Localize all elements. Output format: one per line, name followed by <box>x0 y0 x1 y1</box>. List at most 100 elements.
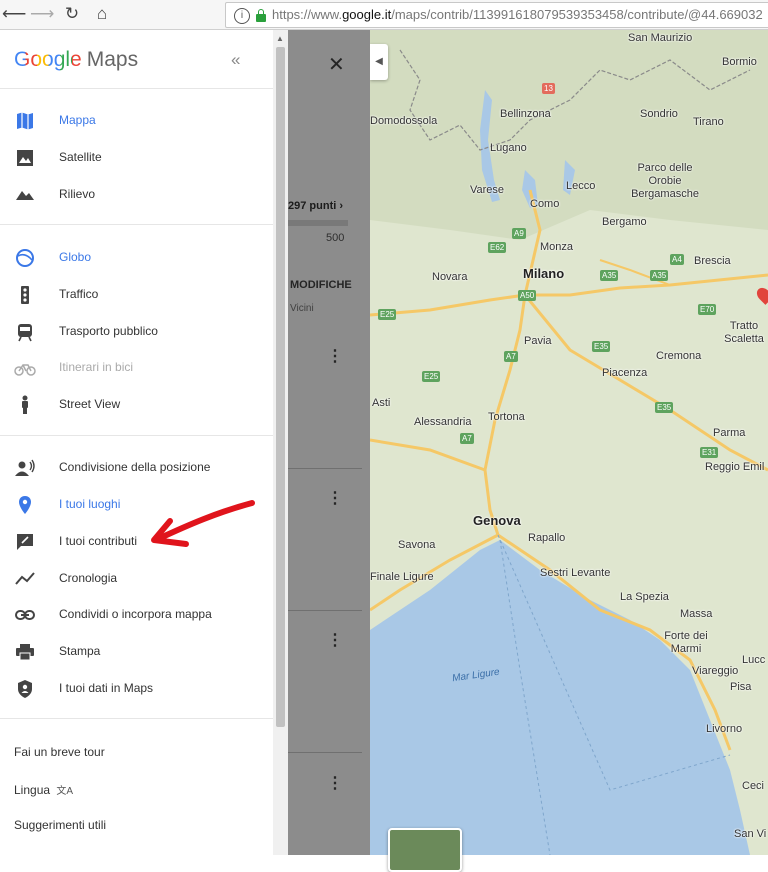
menu-item-bike[interactable]: Itinerari in bici <box>0 351 273 385</box>
map-canvas[interactable]: San Maurizio Bormio Domodossola Bellinzo… <box>370 30 768 855</box>
menu-item-transit[interactable]: Trasporto pubblico <box>0 315 273 349</box>
collapse-menu-icon[interactable]: « <box>231 50 240 70</box>
timeline-icon <box>15 572 35 585</box>
map-city-label: Rapallo <box>528 532 566 544</box>
menu-item-label: Satellite <box>59 150 102 164</box>
menu-item-label: Traffico <box>59 287 99 301</box>
menu-item-label: Mappa <box>59 113 96 127</box>
road-shield: A35 <box>650 270 669 281</box>
scroll-up-icon[interactable]: ▲ <box>276 34 284 43</box>
translate-icon: 文A <box>56 786 74 797</box>
map-city-label: Domodossola <box>370 115 438 127</box>
layer-thumbnail[interactable] <box>388 828 462 872</box>
terrain-icon <box>16 191 34 200</box>
menu-item-label: Condivisione della posizione <box>59 460 211 474</box>
map-city-label: Monza <box>540 241 574 253</box>
menu-divider <box>0 88 273 89</box>
globe-icon <box>16 249 34 267</box>
logo-google-text: Google <box>14 48 82 71</box>
road-shield: A7 <box>460 433 474 444</box>
map-city-label: Ceci <box>742 780 765 792</box>
maps-side-menu: Google Maps « Mappa Satellite Rilievo Glo… <box>0 30 273 855</box>
tour-link[interactable]: Fai un breve tour <box>14 745 105 759</box>
road-shield: A9 <box>512 228 526 239</box>
menu-item-your-data[interactable]: I tuoi dati in Maps <box>0 672 273 706</box>
menu-item-terrain[interactable]: Rilievo <box>0 178 273 212</box>
map-city-label: Brescia <box>694 255 731 267</box>
map-city-label: Lugano <box>490 142 527 154</box>
map-city-label: Lecco <box>566 180 596 192</box>
menu-item-label: I tuoi contributi <box>59 534 138 548</box>
home-button-icon[interactable]: ⌂ <box>90 3 114 25</box>
tips-link[interactable]: Suggerimenti utili <box>14 818 106 832</box>
menu-item-traffic[interactable]: Traffico <box>0 278 273 312</box>
map-city-label: Pavia <box>524 335 552 347</box>
map-city-label: San Maurizio <box>628 32 693 44</box>
menu-item-label: Rilievo <box>59 187 96 201</box>
contributions-icon <box>17 534 33 550</box>
logo-maps-text: Maps <box>86 48 139 71</box>
traffic-icon <box>21 286 29 304</box>
scrollbar-thumb[interactable] <box>276 47 285 727</box>
map-city-label: Sondrio <box>640 108 678 120</box>
map-city-label: Livorno <box>706 723 743 735</box>
pegman-icon <box>22 395 28 414</box>
map-city-label: Novara <box>432 271 468 283</box>
collapse-panel-toggle[interactable]: ◀ <box>370 44 388 80</box>
map-city-label: Parco delle Orobie Bergamasche <box>631 162 699 200</box>
road-shield: E35 <box>655 402 674 413</box>
map-city-label-milano: Milano <box>523 266 565 281</box>
menu-item-label: I tuoi dati in Maps <box>59 681 154 695</box>
road-shield: A4 <box>670 254 684 265</box>
menu-item-label: Cronologia <box>59 571 118 585</box>
map-city-label: Pisa <box>730 681 752 693</box>
shield-icon <box>18 680 32 698</box>
url-path: /maps/contrib/113991618079539353458/cont… <box>391 7 763 22</box>
forward-button-icon[interactable]: ⟶ <box>30 3 54 25</box>
address-bar[interactable]: i https://www.google.it/maps/contrib/1139… <box>225 2 768 28</box>
google-maps-logo: Google Maps <box>14 48 138 72</box>
reload-button-icon[interactable]: ↻ <box>60 3 84 25</box>
menu-item-globe[interactable]: Globo <box>0 241 273 275</box>
panel-overlay[interactable] <box>288 30 370 855</box>
map-city-label: Finale Ligure <box>370 571 434 583</box>
menu-item-label: Condividi o incorpora mappa <box>59 607 212 621</box>
transit-icon <box>18 324 32 342</box>
menu-item-print[interactable]: Stampa <box>0 635 273 669</box>
info-icon[interactable]: i <box>234 7 250 24</box>
map-city-label: Savona <box>398 539 436 551</box>
menu-item-label: Globo <box>59 250 92 264</box>
menu-item-map[interactable]: Mappa <box>0 104 273 138</box>
menu-divider <box>0 224 273 225</box>
satellite-icon <box>17 150 33 166</box>
link-icon <box>15 610 35 620</box>
road-shield: A50 <box>518 290 537 301</box>
menu-item-label: Stampa <box>59 644 101 658</box>
annotation-arrow-icon <box>151 500 255 547</box>
road-shield: E31 <box>700 447 719 458</box>
map-city-label: Massa <box>680 608 713 620</box>
back-button-icon[interactable]: ⟵ <box>2 3 26 25</box>
menu-item-share-embed[interactable]: Condividi o incorpora mappa <box>0 598 273 632</box>
road-shield: E62 <box>488 242 507 253</box>
menu-item-satellite[interactable]: Satellite <box>0 141 273 175</box>
menu-item-location-sharing[interactable]: Condivisione della posizione <box>0 451 273 485</box>
location-sharing-icon <box>15 459 35 476</box>
map-city-label-genova: Genova <box>473 513 521 528</box>
map-city-label: Bellinzona <box>500 108 551 120</box>
menu-item-label: Trasporto pubblico <box>59 324 158 338</box>
menu-item-label: Itinerari in bici <box>59 360 134 374</box>
language-label: Lingua <box>14 783 51 797</box>
language-link[interactable]: Lingua 文A <box>14 782 73 797</box>
map-city-label: Tratto Scaletta <box>724 320 764 345</box>
url-scheme: https://www. <box>272 7 343 22</box>
road-shield: E70 <box>698 304 717 315</box>
map-city-label: La Spezia <box>620 591 669 603</box>
road-shield: E35 <box>592 341 611 352</box>
menu-item-timeline[interactable]: Cronologia <box>0 562 273 596</box>
map-city-label: Bormio <box>722 56 757 68</box>
lock-icon <box>256 8 266 22</box>
menu-item-street-view[interactable]: Street View <box>0 388 273 422</box>
menu-item-label: I tuoi luoghi <box>59 497 121 511</box>
map-city-label: Forte dei Marmi <box>664 630 708 655</box>
